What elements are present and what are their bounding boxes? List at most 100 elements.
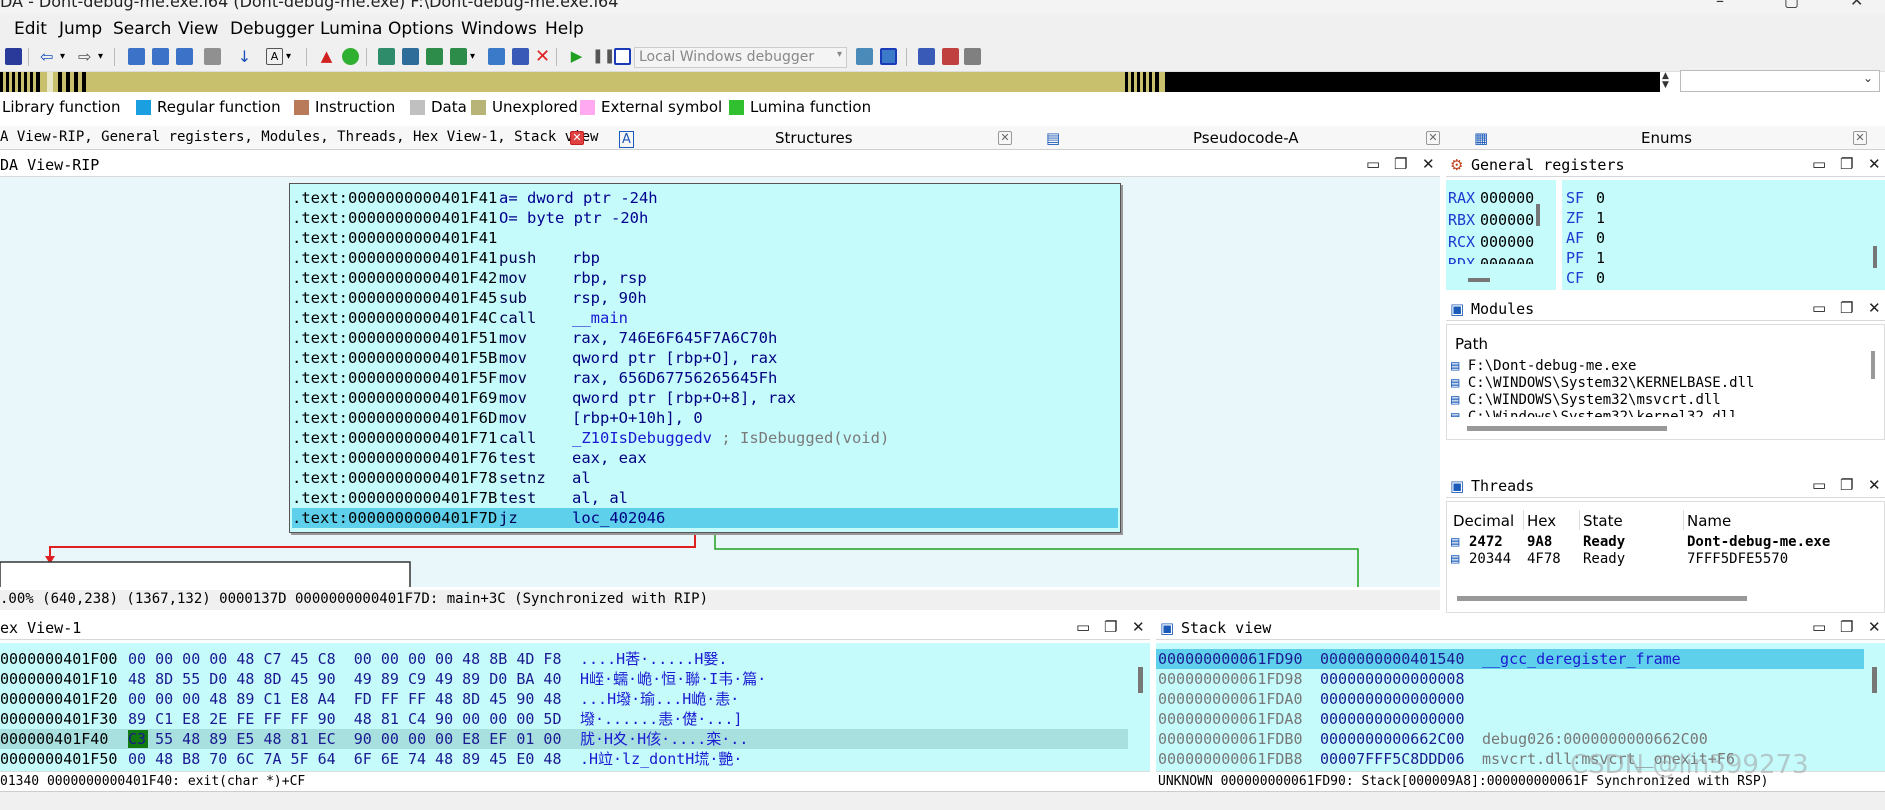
close-pane-icon[interactable]: ✕ — [1868, 476, 1881, 494]
stack-comment[interactable]: debug026:0000000000662C00 — [1482, 729, 1708, 749]
stack-address[interactable]: 000000000061FDA8 — [1158, 709, 1303, 729]
back-dropdown-icon[interactable]: ▾ — [60, 48, 70, 65]
thread-row[interactable]: ▤ 20344 4F78 Ready 7FFF5DFE5570 — [1451, 551, 1881, 569]
hex-bytes[interactable]: 00 48 B8 70 6C 7A 5F 64 6F 6E 74 48 89 4… — [128, 749, 561, 769]
stack-value[interactable]: 0000000000662C00 — [1320, 729, 1465, 749]
run-icon[interactable]: ▶ — [568, 48, 585, 65]
tracing-options-icon[interactable] — [488, 48, 505, 65]
disasm-line[interactable]: .text:0000000000401F78 setnz al — [292, 468, 1118, 488]
menu-jump[interactable]: Jump — [59, 19, 102, 39]
menu-view[interactable]: View — [178, 19, 218, 39]
close-pane-icon[interactable]: ✕ — [1422, 155, 1435, 173]
disasm-line[interactable]: .text:0000000000401F41 — [292, 228, 1118, 248]
scrollbar-thumb[interactable] — [1467, 426, 1667, 431]
step-into-icon[interactable] — [856, 48, 873, 65]
close-tab-icon[interactable]: ✕ — [1426, 131, 1440, 145]
stack-address[interactable]: 000000000061FD98 — [1158, 669, 1303, 689]
hide-icon[interactable] — [204, 48, 221, 65]
forward-arrow-icon[interactable]: ⇨ — [78, 48, 95, 65]
hex-bytes[interactable]: C3 55 48 89 E5 48 81 EC 90 00 00 00 E8 E… — [128, 729, 561, 749]
disasm-line[interactable]: .text:0000000000401F69 mov qword ptr [rbp+… — [292, 388, 1118, 408]
close-tab-icon[interactable]: ✕ — [998, 131, 1012, 145]
disasm-line[interactable]: .text:0000000000401F51 mov rax, 746E6F645F… — [292, 328, 1118, 348]
hex-ascii[interactable]: 墢·......恚·儊·...] — [580, 709, 742, 729]
pause-icon[interactable]: ❚❚ — [592, 48, 615, 65]
flow-chart-icon[interactable]: ▲ — [318, 48, 335, 65]
scrollbar-thumb[interactable] — [1536, 204, 1540, 226]
trace-icon[interactable] — [426, 48, 443, 65]
close-tab-icon[interactable]: ✕ — [1853, 131, 1867, 145]
hex-ascii[interactable]: ...H墢·瑜...H峗·恚· — [580, 689, 739, 709]
minimize-pane-icon[interactable]: ▭ — [1366, 155, 1380, 173]
hex-bytes[interactable]: 89 C1 E8 2E FE FF FF 90 48 81 C4 90 00 0… — [128, 709, 561, 729]
module-item[interactable]: ▤ C:\WINDOWS\System32\msvcrt.dll — [1451, 391, 1721, 409]
navband-scroll-icon[interactable]: ▲ ▼ — [1662, 72, 1676, 92]
float-pane-icon[interactable]: ❐ — [1840, 155, 1853, 173]
debugger-options-icon[interactable] — [918, 48, 935, 65]
hex-row[interactable]: 0000000401F20 — [0, 689, 117, 709]
tab-structures[interactable]: Structures — [775, 129, 853, 147]
stack-trace-icon[interactable] — [512, 48, 529, 65]
stack-value[interactable]: 0000000000401540 — [1320, 649, 1465, 669]
register-value[interactable]: 000000 — [1480, 188, 1534, 208]
disasm-line[interactable]: .text:0000000000401F45 sub rsp, 90h — [292, 288, 1118, 308]
disasm-line[interactable]: .text:0000000000401F7B test al, al — [292, 488, 1118, 508]
disasm-line[interactable]: .text:0000000000401F6D mov [rbp+O+10h], 0 — [292, 408, 1118, 428]
disasm-line[interactable]: .text:0000000000401F41 push rbp — [292, 248, 1118, 268]
menu-help[interactable]: Help — [545, 19, 584, 39]
hex-bytes[interactable]: 00 00 00 48 89 C1 E8 A4 FD FF FF 48 8D 4… — [128, 689, 561, 709]
stack-address[interactable]: 000000000061FD90 — [1158, 649, 1303, 669]
trace-dropdown-icon[interactable]: ▾ — [470, 48, 480, 65]
scrollbar-thumb[interactable] — [1468, 278, 1490, 282]
hex-row[interactable]: 0000000401F10 — [0, 669, 117, 689]
scrollbar-thumb[interactable] — [1138, 667, 1143, 693]
disasm-line[interactable]: .text:0000000000401F41 O= byte ptr -20h — [292, 208, 1118, 228]
hex-row[interactable]: 0000000401F30 — [0, 709, 117, 729]
menu-edit[interactable]: Edit — [14, 19, 47, 39]
stop-icon[interactable] — [614, 48, 631, 65]
scrollbar-thumb[interactable] — [1871, 351, 1875, 379]
register-value[interactable]: 000000 — [1480, 232, 1534, 252]
stack-value[interactable]: 0000000000000000 — [1320, 709, 1465, 729]
stack-value[interactable]: 0000000000000000 — [1320, 689, 1465, 709]
float-pane-icon[interactable]: ❐ — [1104, 618, 1117, 636]
save-icon[interactable] — [5, 48, 22, 65]
disasm-line[interactable]: .text:0000000000401F4C call __main — [292, 308, 1118, 328]
flag-value[interactable]: 1 — [1596, 208, 1605, 228]
disassembly-block[interactable]: .text:0000000000401F41 a= dword ptr -24h … — [289, 183, 1121, 533]
modules-column-path[interactable]: Path — [1455, 335, 1488, 353]
minimize-icon[interactable]: – — [1716, 0, 1724, 10]
tab-main[interactable]: A View-RIP, General registers, Modules, … — [0, 129, 598, 145]
hex-ascii[interactable]: .H竝·lz_dontH塃·艷· — [580, 749, 742, 769]
flag-value[interactable]: 0 — [1596, 268, 1605, 288]
maximize-icon[interactable]: ▢ — [1784, 0, 1799, 10]
add-breakpoint-icon[interactable] — [378, 48, 395, 65]
back-arrow-icon[interactable]: ⇦ — [40, 48, 57, 65]
close-window-icon[interactable]: ✕ — [1850, 0, 1863, 10]
step-trace-icon[interactable] — [450, 48, 467, 65]
navband-combo[interactable]: ⌄ — [1680, 70, 1880, 92]
hex-bytes[interactable]: 00 00 00 00 48 C7 45 C8 00 00 00 00 48 8… — [128, 649, 561, 669]
scrollbar-thumb[interactable] — [1872, 667, 1877, 693]
menu-options[interactable]: Options — [388, 19, 454, 39]
down-arrow-icon[interactable]: ↓ — [236, 48, 253, 65]
menu-windows[interactable]: Windows — [461, 19, 537, 39]
scrollbar-thumb[interactable] — [1457, 596, 1747, 601]
navigation-band[interactable] — [0, 72, 1660, 92]
scrollbar-thumb[interactable] — [1873, 246, 1877, 268]
step-over-icon[interactable] — [880, 48, 897, 65]
register-value[interactable]: 000000 — [1480, 210, 1534, 230]
hex-ascii[interactable]: ....H莕·.....H嫛. — [580, 649, 727, 669]
hex-row[interactable]: 0000000401F50 — [0, 749, 117, 769]
threads-column-name[interactable]: Name — [1687, 512, 1731, 530]
debugger-select[interactable]: Local Windows debugger ▾ — [634, 47, 847, 68]
minimize-pane-icon[interactable]: ▭ — [1812, 155, 1826, 173]
graph-overview-icon[interactable] — [342, 48, 359, 65]
disasm-line[interactable]: .text:0000000000401F71 call _Z10IsDebugged… — [292, 428, 1118, 448]
stack-value[interactable]: 00007FFF5C8DDD06 — [1320, 749, 1465, 769]
tab-enums[interactable]: Enums — [1641, 129, 1692, 147]
minimize-pane-icon[interactable]: ▭ — [1076, 618, 1090, 636]
hex-row[interactable]: 0000000401F00 — [0, 649, 117, 669]
float-pane-icon[interactable]: ❐ — [1840, 299, 1853, 317]
float-pane-icon[interactable]: ❐ — [1840, 618, 1853, 636]
